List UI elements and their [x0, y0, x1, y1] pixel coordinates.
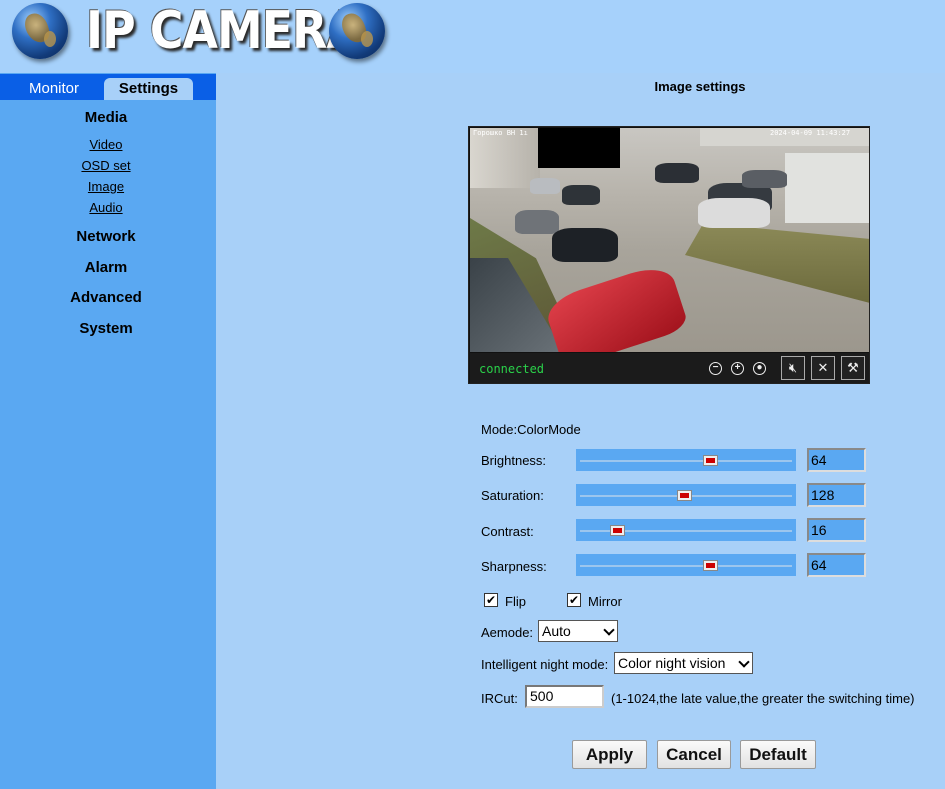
slider-thumb[interactable]	[611, 526, 624, 535]
cancel-button[interactable]: Cancel	[657, 740, 731, 769]
osd-name-text: Горошко ВН 1ı	[473, 129, 528, 137]
sidebar-item-advanced[interactable]: Advanced	[0, 289, 212, 306]
slider-thumb[interactable]	[704, 561, 717, 570]
record-icon[interactable]: ●	[753, 362, 766, 375]
aemode-value: Auto	[542, 623, 571, 639]
connection-status: connected	[479, 362, 545, 376]
chevron-down-icon	[603, 624, 615, 636]
flip-label: Flip	[505, 594, 526, 609]
scene-building-right	[785, 153, 869, 223]
main-content: Image settings Горошко ВН 1ı 2024-04-09 …	[216, 73, 945, 789]
contrast-label: Contrast:	[481, 524, 534, 539]
saturation-slider[interactable]	[576, 484, 796, 506]
brightness-label: Brightness:	[481, 453, 547, 468]
ircut-input[interactable]: 500	[525, 685, 604, 708]
sidebar-item-media[interactable]: Media	[0, 109, 212, 126]
aemode-select[interactable]: Auto	[538, 620, 618, 642]
camera-image: Горошко ВН 1ı 2024-04-09 11:43:27	[470, 128, 869, 352]
aemode-label: Aemode:	[481, 625, 534, 640]
sidebar-item-network[interactable]: Network	[0, 228, 212, 245]
mirror-checkbox[interactable]: ✔	[567, 593, 581, 607]
zoom-in-icon[interactable]: +	[731, 362, 744, 375]
contrast-value-field[interactable]: 16	[807, 518, 866, 542]
sidebar-link-osd-set[interactable]: OSD set	[0, 158, 212, 173]
ircut-label: IRCut:	[481, 691, 518, 706]
scene-car	[562, 185, 600, 205]
tab-settings[interactable]: Settings	[104, 78, 193, 100]
sidebar-link-video[interactable]: Video	[0, 137, 212, 152]
brightness-value-field[interactable]: 64	[807, 448, 866, 472]
header-banner: IP CAMERA	[0, 0, 945, 73]
apply-button[interactable]: Apply	[572, 740, 647, 769]
privacy-mask	[538, 128, 620, 168]
contrast-slider[interactable]	[576, 519, 796, 541]
sidebar-item-alarm[interactable]: Alarm	[0, 259, 212, 276]
scene-car	[530, 178, 560, 194]
scene-building-left	[470, 128, 540, 188]
sharpness-value-field[interactable]: 64	[807, 553, 866, 577]
mute-icon[interactable]: 🔇︎	[781, 356, 805, 380]
video-preview[interactable]: Горошко ВН 1ı 2024-04-09 11:43:27 connec…	[468, 126, 870, 384]
scene-car-red	[542, 261, 690, 352]
globe-icon-left	[12, 3, 68, 59]
night-mode-select[interactable]: Color night vision	[614, 652, 753, 674]
scene-lawn-right	[685, 223, 869, 303]
sharpness-slider[interactable]	[576, 554, 796, 576]
video-control-bar: connected − + ● 🔇︎ ✕ ⚒	[470, 353, 869, 383]
default-button[interactable]: Default	[740, 740, 816, 769]
settings-tools-icon[interactable]: ⚒	[841, 356, 865, 380]
slider-thumb[interactable]	[704, 456, 717, 465]
logo-text: IP CAMERA	[86, 1, 362, 61]
mic-off-icon[interactable]: ✕	[811, 356, 835, 380]
chevron-down-icon	[738, 656, 750, 668]
scene-car	[698, 198, 770, 228]
sidebar-link-audio[interactable]: Audio	[0, 200, 212, 215]
slider-track	[580, 565, 792, 567]
saturation-label: Saturation:	[481, 488, 544, 503]
tab-monitor[interactable]: Monitor	[6, 78, 102, 100]
brightness-slider[interactable]	[576, 449, 796, 471]
osd-time-text: 2024-04-09 11:43:27	[770, 129, 851, 137]
scene-car	[515, 210, 559, 234]
night-mode-value: Color night vision	[618, 655, 726, 671]
flip-checkbox[interactable]: ✔	[484, 593, 498, 607]
night-mode-label: Intelligent night mode:	[481, 657, 609, 672]
page-title: Image settings	[654, 79, 746, 94]
scene-car	[552, 228, 618, 262]
sidebar-item-system[interactable]: System	[0, 320, 212, 337]
sharpness-label: Sharpness:	[481, 559, 547, 574]
mirror-label: Mirror	[588, 594, 622, 609]
tab-bar: Monitor Settings	[0, 74, 216, 100]
scene-car	[742, 170, 787, 188]
scene-car	[655, 163, 699, 183]
ircut-hint: (1-1024,the late value,the greater the s…	[611, 691, 915, 706]
sidebar-link-image[interactable]: Image	[0, 179, 212, 194]
mode-label: Mode:ColorMode	[481, 422, 581, 437]
zoom-out-icon[interactable]: −	[709, 362, 722, 375]
globe-icon-right	[329, 3, 385, 59]
saturation-value-field[interactable]: 128	[807, 483, 866, 507]
slider-track	[580, 460, 792, 462]
slider-thumb[interactable]	[678, 491, 691, 500]
sidebar: Monitor Settings Media Video OSD set Ima…	[0, 73, 216, 789]
